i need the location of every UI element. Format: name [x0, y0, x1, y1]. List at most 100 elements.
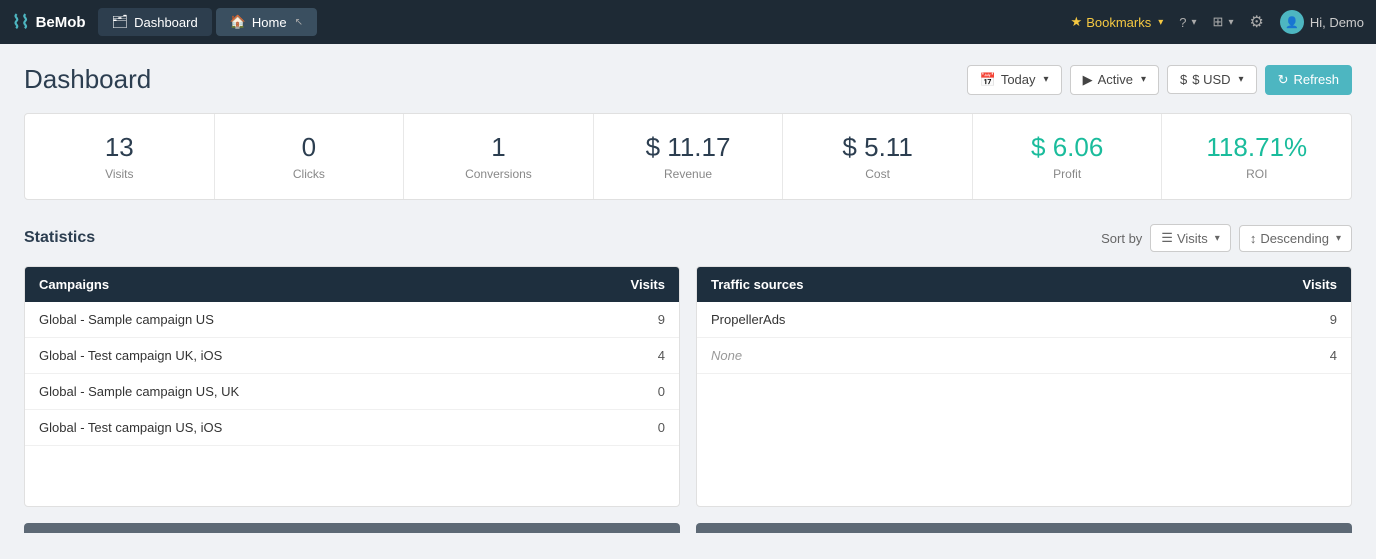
traffic-value: 9: [1330, 312, 1337, 327]
list-icon: ☰: [1161, 230, 1173, 246]
page-title: Dashboard: [24, 64, 151, 95]
stat-revenue-label: Revenue: [610, 167, 767, 181]
campaign-value: 0: [658, 384, 665, 399]
campaigns-title: Campaigns: [39, 277, 109, 292]
statistics-header: Statistics Sort by ☰ Visits ▾ ↕ Descendi…: [24, 224, 1352, 252]
tab-home[interactable]: 🏠 Home ↖: [216, 8, 317, 36]
currency-caret: ▾: [1239, 74, 1244, 85]
stat-visits-label: Visits: [41, 167, 198, 181]
toolbar: 📅 Today ▾ ▶ Active ▾ $ $ USD ▾ ↻ Refresh: [967, 65, 1352, 95]
sort-order-caret: ▾: [1336, 233, 1341, 244]
stat-visits: 13 Visits: [25, 114, 215, 199]
table-row[interactable]: Global - Sample campaign US, UK 0: [25, 374, 679, 410]
currency-btn[interactable]: $ $ USD ▾: [1167, 65, 1257, 94]
stat-profit-value: $ 6.06: [989, 132, 1146, 163]
play-icon: ▶: [1083, 72, 1093, 88]
brand-icon: ⌇⌇: [12, 12, 30, 33]
table-row[interactable]: Global - Sample campaign US 9: [25, 302, 679, 338]
date-label: Today: [1001, 72, 1036, 87]
campaign-value: 0: [658, 420, 665, 435]
table-row[interactable]: PropellerAds 9: [697, 302, 1351, 338]
traffic-visits-label: Visits: [1303, 277, 1337, 292]
campaign-value: 9: [658, 312, 665, 327]
tab-dashboard[interactable]: 🗂 Dashboard: [98, 8, 212, 36]
stat-visits-value: 13: [41, 132, 198, 163]
table-row[interactable]: None 4: [697, 338, 1351, 374]
nav-right: ★ Bookmarks ▾ ? ▾ ⊞ ▾ ⚙ 👤 Hi, Demo: [1071, 10, 1364, 34]
apps-icon: ⊞: [1213, 14, 1224, 30]
stat-conversions: 1 Conversions: [404, 114, 594, 199]
currency-icon: $: [1180, 72, 1187, 87]
bookmarks-btn[interactable]: ★ Bookmarks ▾: [1071, 14, 1164, 30]
currency-label: $ USD: [1192, 72, 1230, 87]
bottom-panel-right: [696, 523, 1352, 533]
stat-clicks-label: Clicks: [231, 167, 388, 181]
traffic-panel: Traffic sources Visits PropellerAds 9 No…: [696, 266, 1352, 507]
user-menu[interactable]: 👤 Hi, Demo: [1280, 10, 1364, 34]
sort-field-caret: ▾: [1215, 233, 1220, 244]
bookmarks-label: Bookmarks: [1086, 15, 1151, 30]
refresh-btn[interactable]: ↻ Refresh: [1265, 65, 1352, 95]
star-icon: ★: [1071, 14, 1083, 30]
traffic-name: None: [711, 348, 742, 363]
stat-cost-label: Cost: [799, 167, 956, 181]
table-row[interactable]: Global - Test campaign US, iOS 0: [25, 410, 679, 446]
tab-dashboard-label: Dashboard: [134, 15, 198, 30]
sort-order-select[interactable]: ↕ Descending ▾: [1239, 225, 1352, 252]
stat-revenue: $ 11.17 Revenue: [594, 114, 784, 199]
stat-profit: $ 6.06 Profit: [973, 114, 1163, 199]
active-caret: ▾: [1141, 74, 1146, 85]
apps-btn[interactable]: ⊞ ▾: [1213, 14, 1234, 30]
stat-cost-value: $ 5.11: [799, 132, 956, 163]
traffic-value: 4: [1330, 348, 1337, 363]
table-row[interactable]: Global - Test campaign UK, iOS 4: [25, 338, 679, 374]
sort-field-select[interactable]: ☰ Visits ▾: [1150, 224, 1231, 252]
date-picker-btn[interactable]: 📅 Today ▾: [967, 65, 1062, 95]
bookmarks-caret: ▾: [1158, 17, 1163, 28]
calendar-icon: 📅: [980, 72, 996, 88]
stat-conversions-value: 1: [420, 132, 577, 163]
brand-logo: ⌇⌇ BeMob: [12, 12, 86, 33]
campaign-name: Global - Test campaign US, iOS: [39, 420, 222, 435]
avatar: 👤: [1280, 10, 1304, 34]
navbar: ⌇⌇ BeMob 🗂 Dashboard 🏠 Home ↖ ★ Bookmark…: [0, 0, 1376, 44]
stat-conversions-label: Conversions: [420, 167, 577, 181]
refresh-label: Refresh: [1293, 72, 1339, 87]
refresh-icon: ↻: [1278, 72, 1289, 88]
help-btn[interactable]: ? ▾: [1179, 15, 1196, 30]
tab-home-label: Home: [252, 15, 287, 30]
sort-by-label: Sort by: [1101, 231, 1142, 246]
campaign-name: Global - Test campaign UK, iOS: [39, 348, 222, 363]
stat-cost: $ 5.11 Cost: [783, 114, 973, 199]
bottom-panel-left: [24, 523, 680, 533]
page-header: Dashboard 📅 Today ▾ ▶ Active ▾ $ $ USD ▾…: [24, 64, 1352, 95]
traffic-header: Traffic sources Visits: [697, 267, 1351, 302]
campaigns-empty-space: [25, 446, 679, 506]
date-caret: ▾: [1044, 74, 1049, 85]
stat-clicks-value: 0: [231, 132, 388, 163]
stats-row: 13 Visits 0 Clicks 1 Conversions $ 11.17…: [24, 113, 1352, 200]
active-filter-btn[interactable]: ▶ Active ▾: [1070, 65, 1159, 95]
statistics-title: Statistics: [24, 229, 95, 247]
home-icon: 🏠: [230, 14, 246, 30]
sort-order-value: Descending: [1260, 231, 1329, 246]
sort-icon: ↕: [1250, 231, 1257, 246]
stat-roi: 118.71% ROI: [1162, 114, 1351, 199]
stat-clicks: 0 Clicks: [215, 114, 405, 199]
campaigns-header: Campaigns Visits: [25, 267, 679, 302]
campaign-name: Global - Sample campaign US, UK: [39, 384, 239, 399]
settings-btn[interactable]: ⚙: [1249, 12, 1263, 32]
stat-roi-label: ROI: [1178, 167, 1335, 181]
campaign-name: Global - Sample campaign US: [39, 312, 214, 327]
apps-caret: ▾: [1228, 17, 1233, 28]
traffic-empty-space: [697, 374, 1351, 434]
sort-field-value: Visits: [1177, 231, 1208, 246]
campaigns-visits-label: Visits: [631, 277, 665, 292]
help-icon: ?: [1179, 15, 1186, 30]
stat-roi-value: 118.71%: [1178, 132, 1335, 163]
sort-controls: Sort by ☰ Visits ▾ ↕ Descending ▾: [1101, 224, 1352, 252]
campaigns-panel: Campaigns Visits Global - Sample campaig…: [24, 266, 680, 507]
stat-profit-label: Profit: [989, 167, 1146, 181]
brand-name: BeMob: [36, 14, 86, 31]
tables-row: Campaigns Visits Global - Sample campaig…: [24, 266, 1352, 507]
